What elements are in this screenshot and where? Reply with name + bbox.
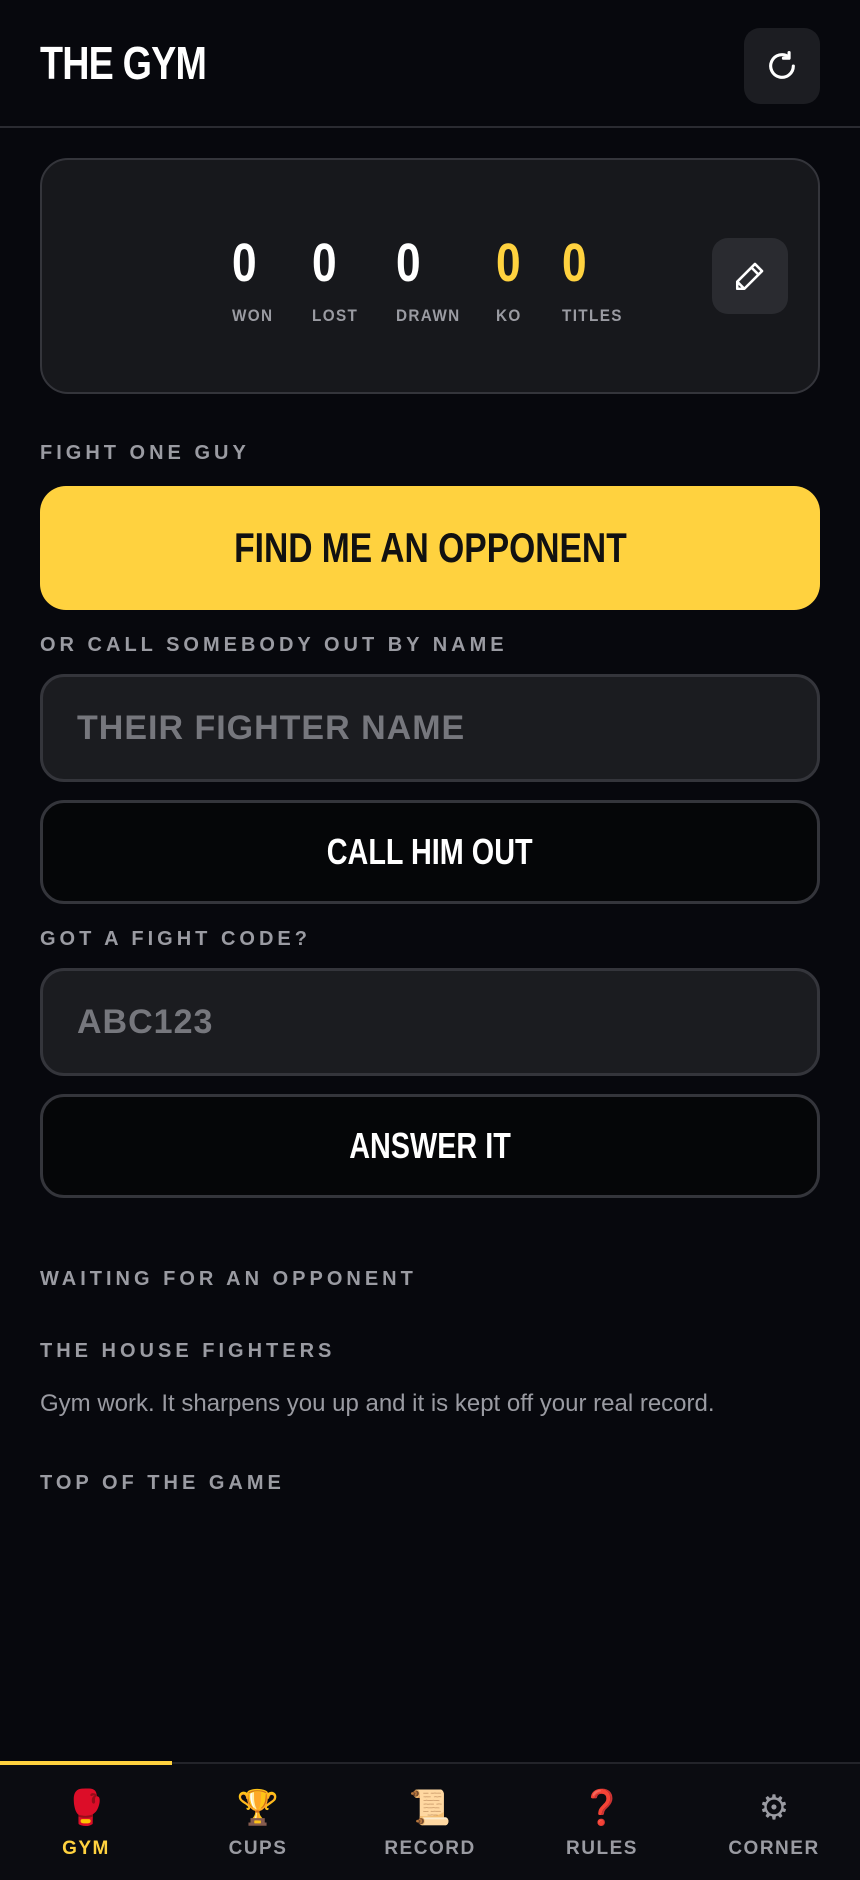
fight-code-label: GOT A FIGHT CODE? xyxy=(40,928,311,950)
find-opponent-button-label: FIND ME AN OPPONENT xyxy=(233,524,627,571)
nav-item-record-label: RECORD xyxy=(384,1838,476,1859)
call-him-out-button-label: CALL HIM OUT xyxy=(327,831,533,872)
answer-it-button-label: ANSWER IT xyxy=(349,1125,511,1166)
house-fighters-description: Gym work. It sharpens you up and it is k… xyxy=(40,1390,715,1417)
stat-titles-value: 0 xyxy=(562,233,587,293)
record-stats-card: 0 WON 0 LOST 0 DRAWN 0 KO 0 TITLES xyxy=(40,158,820,394)
stat-lost-value: 0 xyxy=(312,233,337,293)
house-fighters-label: THE HOUSE FIGHTERS xyxy=(40,1340,336,1362)
page-title: THE GYM xyxy=(40,37,207,89)
nav-item-corner-label: CORNER xyxy=(728,1838,820,1859)
stat-titles: 0 TITLES xyxy=(562,236,630,326)
stat-drawn-label: DRAWN xyxy=(396,306,461,325)
app-header: THE GYM xyxy=(0,0,860,128)
nav-item-record[interactable]: 📜 RECORD xyxy=(344,1764,516,1880)
fight-code-input[interactable] xyxy=(40,968,820,1076)
fight-one-label: FIGHT ONE GUY xyxy=(40,442,250,464)
question-mark-icon: ❓ xyxy=(580,1788,624,1828)
stat-titles-label: TITLES xyxy=(562,306,623,325)
waiting-label: WAITING FOR AN OPPONENT xyxy=(40,1268,417,1290)
stat-drawn: 0 DRAWN xyxy=(396,236,468,326)
stat-lost: 0 LOST xyxy=(312,236,363,326)
stat-won-value: 0 xyxy=(232,233,257,293)
call-out-label: OR CALL SOMEBODY OUT BY NAME xyxy=(40,634,508,656)
scroll-icon: 📜 xyxy=(408,1788,452,1828)
pencil-icon xyxy=(735,262,764,291)
stat-ko-label: KO xyxy=(496,306,522,325)
nav-item-gym-label: GYM xyxy=(62,1838,110,1859)
find-opponent-button[interactable]: FIND ME AN OPPONENT xyxy=(40,486,820,610)
stat-won: 0 WON xyxy=(232,236,278,326)
nav-item-gym[interactable]: 🥊 GYM xyxy=(0,1764,172,1880)
refresh-icon xyxy=(769,50,795,79)
stat-ko: 0 KO xyxy=(496,236,526,326)
stat-won-label: WON xyxy=(232,306,274,325)
refresh-button[interactable] xyxy=(744,28,820,104)
edit-record-button[interactable] xyxy=(712,238,788,314)
trophy-icon: 🏆 xyxy=(236,1788,280,1828)
nav-item-rules-label: RULES xyxy=(566,1838,638,1859)
fighter-name-input[interactable] xyxy=(40,674,820,782)
stat-drawn-value: 0 xyxy=(396,233,421,293)
boxing-glove-icon: 🥊 xyxy=(64,1788,108,1828)
stat-lost-label: LOST xyxy=(312,306,359,325)
top-of-game-label: TOP OF THE GAME xyxy=(40,1472,285,1494)
nav-item-corner[interactable]: ⚙ CORNER xyxy=(688,1764,860,1880)
nav-item-cups-label: CUPS xyxy=(228,1838,288,1859)
call-him-out-button[interactable]: CALL HIM OUT xyxy=(40,800,820,904)
nav-item-cups[interactable]: 🏆 CUPS xyxy=(172,1764,344,1880)
gear-icon: ⚙ xyxy=(758,1788,790,1828)
nav-item-rules[interactable]: ❓ RULES xyxy=(516,1764,688,1880)
bottom-nav: 🥊 GYM 🏆 CUPS 📜 RECORD ❓ RULES ⚙ CORNER xyxy=(0,1761,860,1880)
stat-ko-value: 0 xyxy=(496,233,521,293)
answer-it-button[interactable]: ANSWER IT xyxy=(40,1094,820,1198)
